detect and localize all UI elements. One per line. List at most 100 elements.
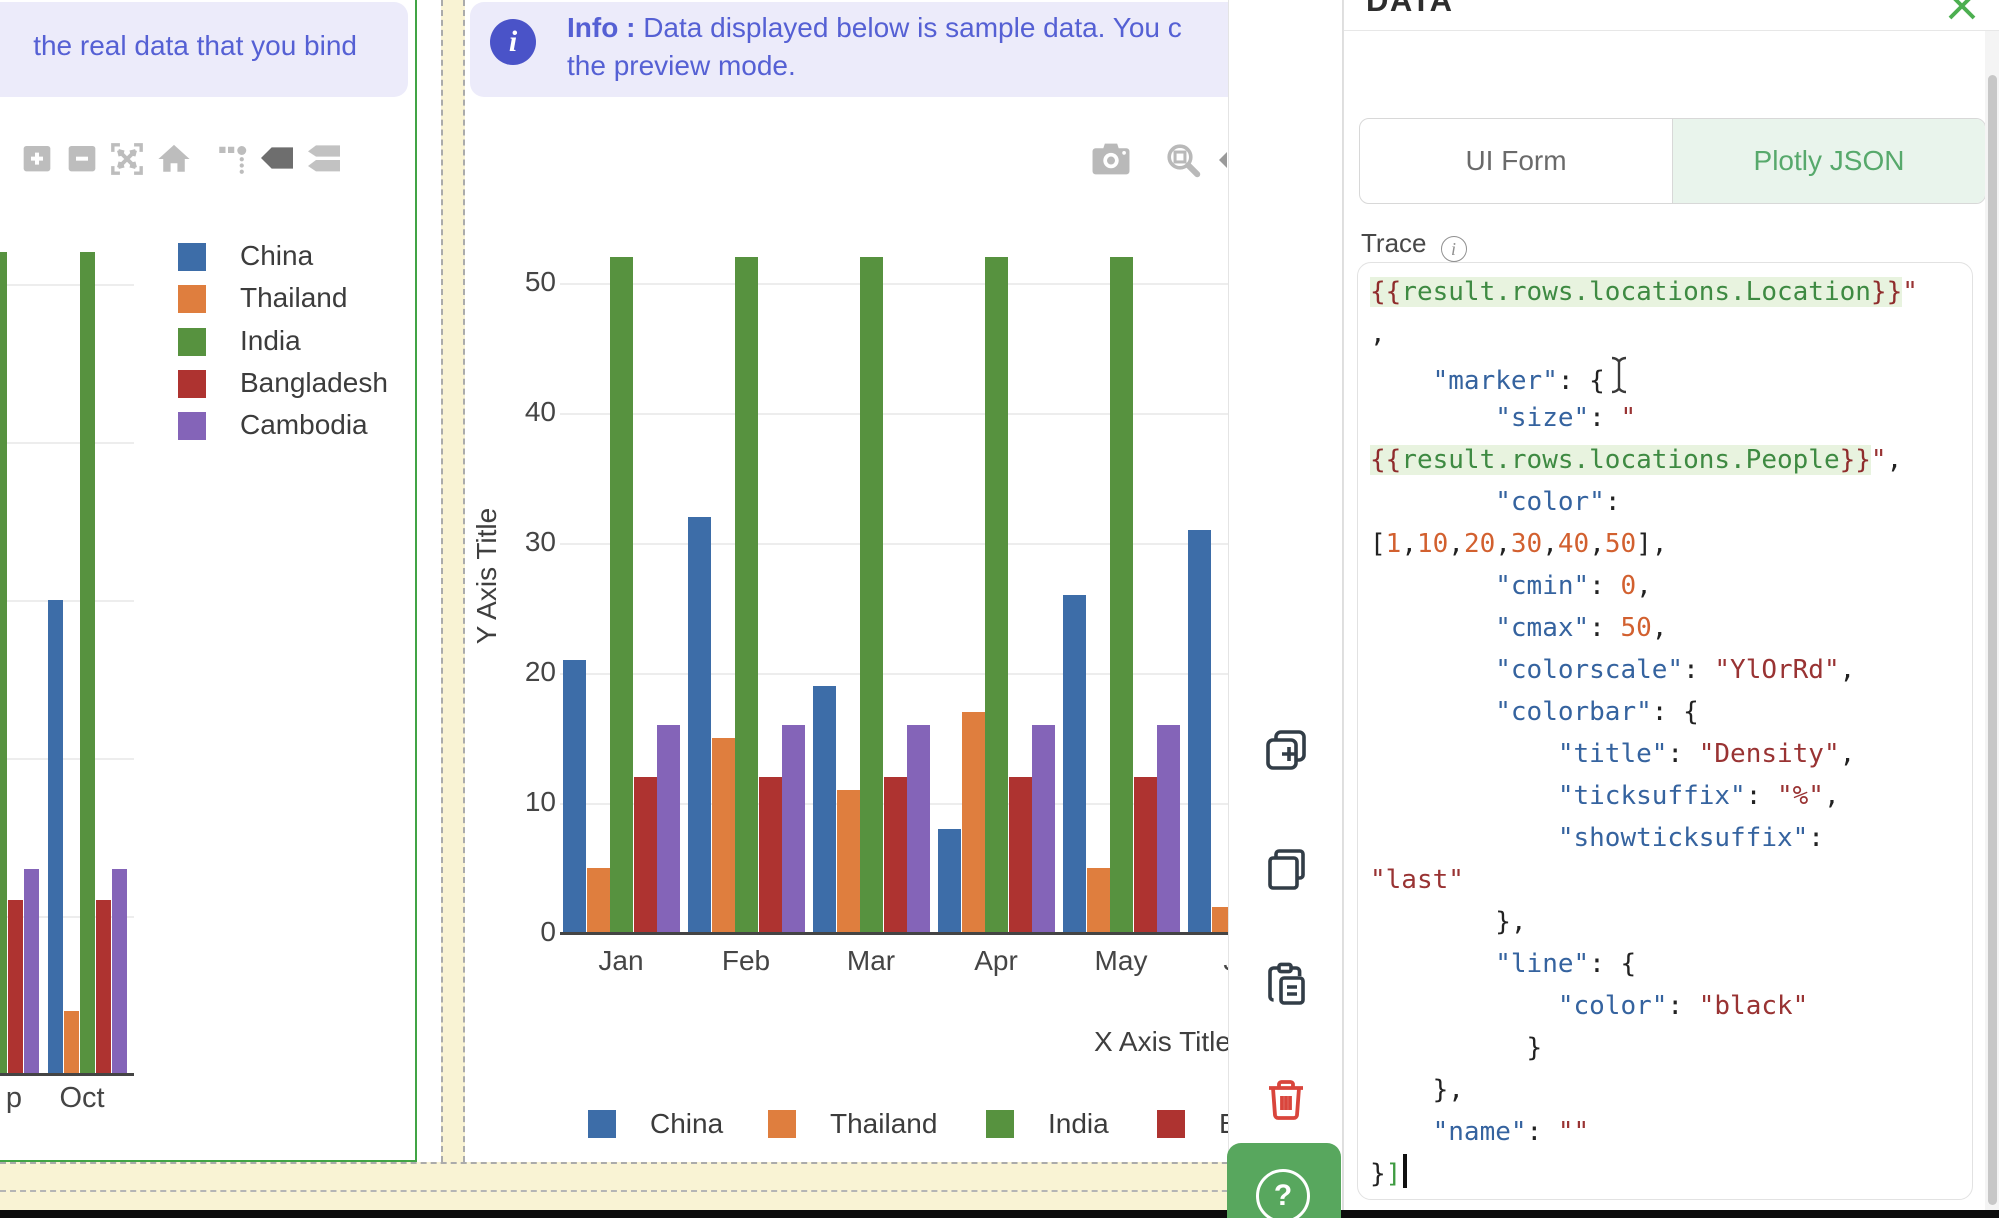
autoscale-icon[interactable]	[110, 142, 144, 176]
panel-title: DATA	[1366, 0, 1454, 19]
bar-bangladesh-mar	[884, 777, 907, 933]
zoom-box-icon[interactable]	[1165, 142, 1201, 178]
gridline	[560, 283, 1343, 285]
code-line-7[interactable]: [1,10,20,30,40,50],	[1370, 523, 1960, 565]
code-line-1[interactable]: {{result.rows.locations.Location}}"	[1370, 271, 1960, 313]
code-token: ],	[1636, 529, 1667, 559]
code-token: ,	[1840, 739, 1856, 769]
bar-india-jan	[610, 257, 633, 933]
legend-label: Cambodia	[240, 409, 368, 441]
bar-thailand-jan	[587, 868, 610, 933]
code-token: :	[1589, 613, 1620, 643]
zoom-in-icon[interactable]	[21, 142, 53, 174]
bar-cambodia-sep	[24, 869, 39, 1074]
trace-info-icon[interactable]: i	[1441, 236, 1467, 262]
gridline	[0, 284, 134, 286]
bar-thailand-mar	[837, 790, 860, 933]
code-token: "	[1620, 403, 1636, 433]
code-token: "Density"	[1699, 739, 1840, 769]
code-token: "marker"	[1433, 366, 1558, 396]
code-token: "size"	[1495, 403, 1589, 433]
legend-swatch	[178, 285, 206, 313]
code-token	[1370, 613, 1495, 643]
plotly-json-editor[interactable]: {{result.rows.locations.Location}}", "ma…	[1357, 262, 1973, 1200]
help-button[interactable]: ?	[1227, 1143, 1341, 1218]
code-line-2[interactable]: ,	[1370, 313, 1960, 355]
y-tick-label: 0	[504, 916, 556, 948]
code-line-13[interactable]: "ticksuffix": "%",	[1370, 775, 1960, 817]
code-token: "last"	[1370, 865, 1464, 895]
trace-label: Trace	[1361, 228, 1427, 258]
code-line-15[interactable]: "last"	[1370, 859, 1960, 901]
code-line-9[interactable]: "cmax": 50,	[1370, 607, 1960, 649]
code-line-20[interactable]: },	[1370, 1069, 1960, 1111]
code-token: ,	[1542, 529, 1558, 559]
bar-thailand-may	[1087, 868, 1110, 933]
delete-trash-icon[interactable]	[1262, 1076, 1310, 1124]
chart-widget-main[interactable]: i Info : Data displayed below is sample …	[466, 0, 1343, 1162]
code-token: 0	[1620, 571, 1636, 601]
duplicate-add-icon[interactable]	[1262, 726, 1310, 774]
code-line-8[interactable]: "cmin": 0,	[1370, 565, 1960, 607]
legend-label: India	[1048, 1108, 1109, 1140]
legend-label: Bangladesh	[240, 367, 388, 399]
download-camera-icon[interactable]	[1091, 142, 1131, 176]
tab-ui-form[interactable]: UI Form	[1360, 119, 1672, 203]
hover-closest-icon[interactable]	[258, 142, 296, 174]
code-line-4[interactable]: "size": "	[1370, 397, 1960, 439]
toggle-spikelines-icon[interactable]	[218, 142, 248, 174]
code-line-19[interactable]: }	[1370, 1027, 1960, 1069]
chart-widget-left[interactable]: the real data that you bind ChinaThailan…	[0, 0, 417, 1162]
code-line-21[interactable]: "name": ""	[1370, 1111, 1960, 1153]
code-token: : {	[1558, 366, 1605, 396]
code-token: "YlOrRd"	[1714, 655, 1839, 685]
legend-swatch	[588, 1110, 616, 1138]
bar-cambodia-jan	[657, 725, 680, 933]
panel-scrollbar-track[interactable]	[1985, 31, 1999, 1210]
code-token: ,	[1840, 655, 1856, 685]
tab-plotly-json[interactable]: Plotly JSON	[1672, 119, 1985, 203]
code-token: ,	[1589, 529, 1605, 559]
widget-action-toolbar	[1228, 0, 1343, 1218]
code-line-11[interactable]: "colorbar": {	[1370, 691, 1960, 733]
bar-china-apr	[938, 829, 961, 933]
code-line-14[interactable]: "showticksuffix":	[1370, 817, 1960, 859]
code-token: 50	[1620, 613, 1651, 643]
legend-swatch	[178, 328, 206, 356]
close-icon[interactable]	[1944, 0, 1980, 24]
hover-compare-icon[interactable]	[305, 142, 343, 174]
code-line-3[interactable]: "marker": {	[1370, 355, 1960, 397]
app-canvas: the real data that you bind ChinaThailan…	[0, 0, 1999, 1218]
reset-axes-home-icon[interactable]	[157, 142, 191, 176]
code-token: }	[1370, 1159, 1386, 1189]
code-token: }}	[1840, 445, 1871, 475]
copy-icon[interactable]	[1262, 845, 1310, 893]
code-token: "showticksuffix"	[1558, 823, 1808, 853]
panel-scrollbar-thumb[interactable]	[1988, 75, 1997, 1205]
code-token	[1370, 1033, 1527, 1063]
bar-india-oct	[80, 252, 95, 1074]
code-token: :	[1589, 571, 1620, 601]
code-line-17[interactable]: "line": {	[1370, 943, 1960, 985]
code-line-22[interactable]: }]	[1370, 1153, 1960, 1195]
code-token: ,	[1401, 529, 1417, 559]
bar-cambodia-feb	[782, 725, 805, 933]
template-binding: result.rows.locations.Location	[1401, 277, 1871, 307]
code-token: [	[1370, 529, 1386, 559]
code-token	[1370, 781, 1558, 811]
code-line-16[interactable]: },	[1370, 901, 1960, 943]
data-settings-panel: DATA UI Form Plotly JSON Tracei {{result…	[1343, 0, 1999, 1218]
code-line-6[interactable]: "color":	[1370, 481, 1960, 523]
code-line-10[interactable]: "colorscale": "YlOrRd",	[1370, 649, 1960, 691]
code-line-12[interactable]: "title": "Density",	[1370, 733, 1960, 775]
code-token: "cmin"	[1495, 571, 1589, 601]
code-token: {{	[1370, 445, 1401, 475]
code-token	[1370, 487, 1495, 517]
gridline	[0, 758, 134, 760]
code-line-18[interactable]: "color": "black"	[1370, 985, 1960, 1027]
canvas-gutter-vertical	[441, 0, 465, 1162]
y-axis-title: Y Axis Title	[471, 446, 503, 706]
zoom-out-icon[interactable]	[66, 142, 98, 174]
code-line-5[interactable]: {{result.rows.locations.People}}",	[1370, 439, 1960, 481]
paste-icon[interactable]	[1262, 960, 1310, 1008]
